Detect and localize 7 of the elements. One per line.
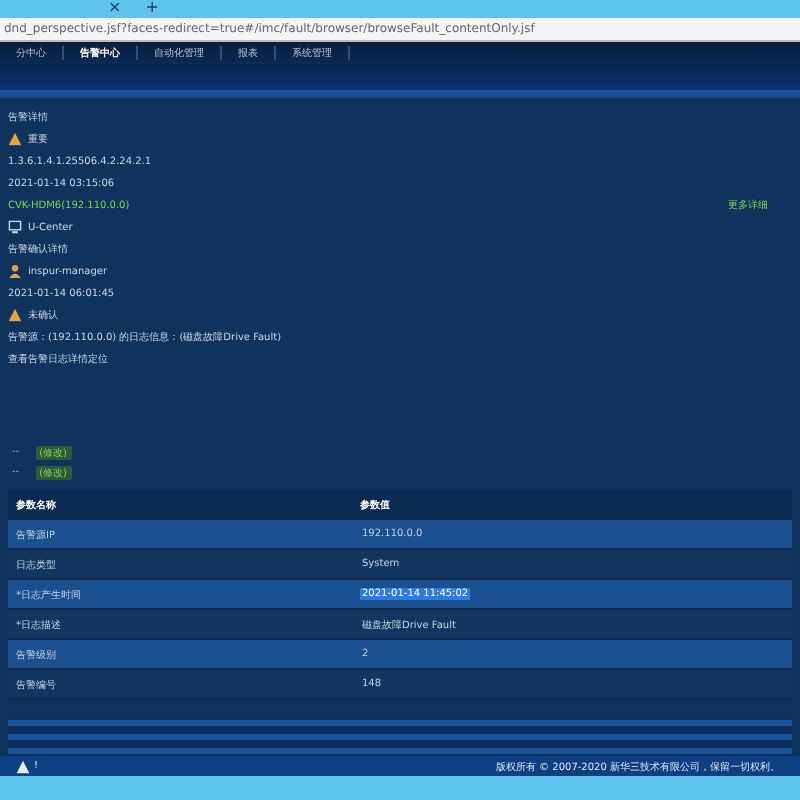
- warning-icon: [8, 132, 22, 147]
- monitor-icon: [8, 220, 22, 235]
- new-tab-button[interactable]: +: [145, 0, 159, 17]
- user-icon: [8, 264, 22, 279]
- warning-icon: [8, 308, 22, 323]
- close-tab-button[interactable]: ×: [108, 0, 122, 17]
- warning-icon: [16, 759, 30, 774]
